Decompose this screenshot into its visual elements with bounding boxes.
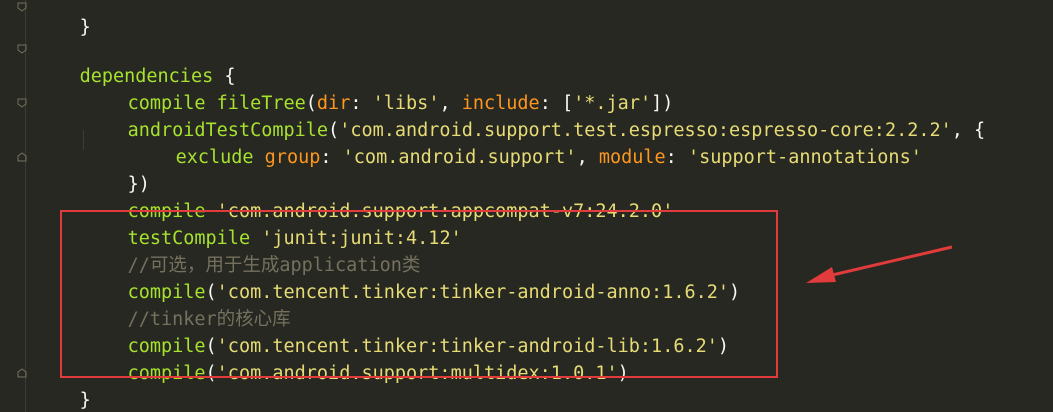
closing-brace: } [79, 17, 91, 38]
fold-marker-icon[interactable] [17, 368, 27, 380]
code-line[interactable]: compile fileTree(dir: 'libs', include: [… [83, 63, 674, 114]
red-highlight-rectangle [60, 210, 778, 378]
fold-marker-icon[interactable] [17, 2, 27, 14]
code-line[interactable]: androidTestCompile('com.android.support.… [83, 90, 986, 141]
code-token: 'com.android.support' [342, 147, 577, 168]
code-token: group [264, 147, 321, 168]
code-token: : [665, 147, 688, 168]
code-line[interactable]: } [35, 0, 91, 38]
code-line[interactable]: dependencies { [35, 36, 236, 87]
closing-brace: } [79, 390, 91, 411]
fold-marker-icon[interactable] [17, 44, 27, 56]
code-token: exclude [175, 147, 254, 168]
red-arrow-icon [800, 243, 960, 293]
code-token: : [320, 147, 343, 168]
code-token: 'support-annotations' [687, 147, 922, 168]
fold-marker-icon[interactable] [17, 152, 27, 164]
code-editor[interactable]: } dependencies { compile fileTree(dir: '… [0, 0, 1053, 412]
code-token: , [576, 147, 599, 168]
code-line[interactable]: compile 'com.android.support:appcompat-v… [83, 171, 674, 222]
code-token: , { [951, 120, 986, 141]
fold-marker-icon[interactable] [17, 98, 27, 110]
code-line[interactable]: }) [83, 144, 150, 195]
code-line[interactable]: exclude group: 'com.android.support', mo… [131, 117, 922, 168]
editor-gutter [0, 0, 25, 412]
gutter-separator [25, 0, 26, 412]
code-token: module [598, 147, 666, 168]
